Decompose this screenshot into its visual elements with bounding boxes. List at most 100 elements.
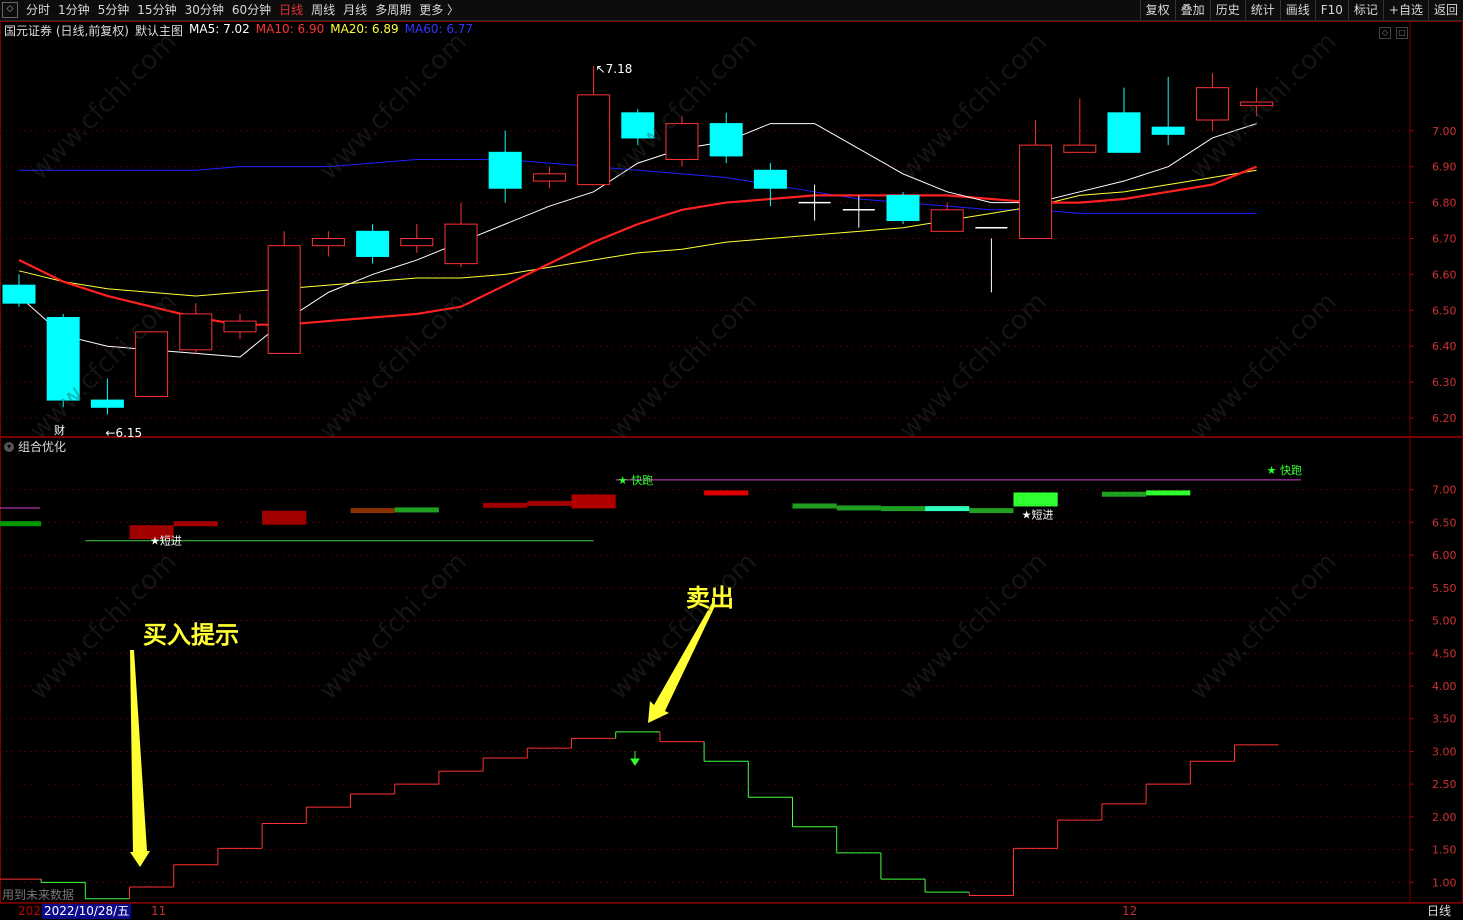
- signal-band-16: [1101, 491, 1147, 497]
- period-tab-9[interactable]: 多周期: [371, 0, 415, 20]
- sub-indicator-name[interactable]: 组合优化: [18, 438, 66, 455]
- period-tab-6[interactable]: 日线: [275, 0, 307, 20]
- candle-body-12: [532, 173, 566, 182]
- func-button-0[interactable]: 复权: [1139, 0, 1175, 20]
- signal-band-8: [571, 494, 616, 509]
- short-entry-label-1: ★短进: [150, 534, 182, 548]
- sub-tick-label-2: 6.00: [1432, 549, 1457, 562]
- period-tab-10[interactable]: 更多 〉: [415, 0, 463, 20]
- signal-band-11: [836, 505, 881, 511]
- sub-chart-header: ▾ 组合优化: [4, 438, 66, 455]
- sub-tick-label-8: 3.00: [1432, 745, 1457, 758]
- buy-annotation: 买入提示: [143, 621, 239, 649]
- stock-title: 国元证券 (日线,前复权): [4, 24, 129, 38]
- signal-band-13: [925, 506, 970, 512]
- sell-arrow-icon: [630, 751, 640, 766]
- watermark-2-2: www.cfchi.com: [604, 547, 763, 706]
- price-tick-label-8: 6.20: [1432, 412, 1457, 425]
- cursor-date: 2022/10/28/五: [42, 904, 132, 919]
- period-tab-7[interactable]: 周线: [307, 0, 339, 20]
- ma5-value: MA5: 7.02: [189, 22, 250, 36]
- ma10-value: MA10: 6.90: [255, 22, 325, 36]
- diamond-icon[interactable]: ◇: [1379, 27, 1391, 39]
- short-entry-label-2: ★短进: [1022, 508, 1054, 522]
- sub-tick-label-6: 4.00: [1432, 680, 1457, 693]
- period-toolbar: ◇ 分时 1分钟 5分钟 15分钟 30分钟 60分钟 日线 周线 月线 多周期 更多 〉 复权 叠加…: [0, 0, 1463, 21]
- period-tab-0[interactable]: 分时: [22, 0, 54, 20]
- candle-body-8: [356, 230, 390, 257]
- quick-exit-label-2: ★ 快跑: [1267, 463, 1302, 477]
- watermark-0-1: www.cfchi.com: [314, 27, 473, 186]
- window-icon[interactable]: ▢: [1396, 27, 1408, 39]
- sub-tick-label-4: 5.00: [1432, 615, 1457, 628]
- signal-band-14: [969, 508, 1014, 514]
- kline-chart[interactable]: 7.00 6.90 6.80 6.70 6.60 6.50 6.40 6.30 6.20 ↖7.1…: [0, 21, 1463, 903]
- low-price-label: ←6.15: [105, 426, 142, 440]
- sub-frame: [0, 437, 1463, 903]
- candle-body-17: [753, 169, 787, 189]
- period-tab-1[interactable]: 1分钟: [54, 0, 94, 20]
- sub-tick-label-10: 2.00: [1432, 811, 1457, 824]
- watermark-2-3: www.cfchi.com: [894, 547, 1053, 706]
- func-button-1[interactable]: 叠加: [1174, 0, 1210, 20]
- watermark-0-0: www.cfchi.com: [24, 27, 183, 186]
- candle-body-24: [1063, 144, 1097, 153]
- candle-body-11: [488, 151, 522, 189]
- signal-band-5: [394, 507, 439, 513]
- sub-tick-label-0: 7.00: [1432, 484, 1457, 497]
- indicator-name[interactable]: 默认主图: [135, 22, 183, 39]
- signal-band-4: [350, 508, 395, 514]
- period-tab-4[interactable]: 30分钟: [181, 0, 228, 20]
- price-tick-label-5: 6.50: [1432, 304, 1457, 317]
- func-button-6[interactable]: 标记: [1347, 0, 1383, 20]
- sub-tick-label-11: 1.50: [1432, 844, 1457, 857]
- high-price-label: ↖7.18: [596, 62, 633, 76]
- func-button-5[interactable]: F10: [1314, 0, 1348, 20]
- signal-band-6: [483, 502, 528, 508]
- price-tick-label-1: 6.90: [1432, 161, 1457, 174]
- func-button-2[interactable]: 历史: [1209, 0, 1245, 20]
- ma20-value: MA20: 6.89: [330, 22, 399, 36]
- func-button-4[interactable]: 画线: [1279, 0, 1315, 20]
- candle-body-4: [179, 313, 213, 351]
- candle-body-20: [886, 194, 920, 222]
- signal-band-10: [792, 503, 837, 509]
- main-chart-header: 国元证券 (日线,前复权) 默认主图 MA5: 7.02 MA10: 6.90 …: [4, 22, 473, 39]
- buy-arrow-icon: [130, 650, 150, 867]
- candle-body-13: [577, 94, 611, 186]
- caret-down-icon[interactable]: ▾: [4, 441, 14, 452]
- collapse-icon[interactable]: ◇: [2, 2, 18, 18]
- watermark-2-4: www.cfchi.com: [1184, 547, 1343, 706]
- month-tick-12: 12: [1122, 904, 1138, 918]
- period-indicator: 日线: [1426, 904, 1451, 918]
- candle-body-5: [223, 320, 257, 333]
- sub-tick-label-1: 6.50: [1432, 516, 1457, 529]
- sub-tick-label-5: 4.50: [1432, 647, 1457, 660]
- function-buttons: 复权 叠加 历史 统计 画线 F10 标记 +自选 返回: [1139, 0, 1463, 20]
- candle-body-10: [444, 223, 478, 265]
- sub-tick-label-7: 3.50: [1432, 713, 1457, 726]
- signal-band-12: [880, 506, 926, 512]
- watermark-0-2: www.cfchi.com: [604, 27, 763, 186]
- func-button-3[interactable]: 统计: [1244, 0, 1280, 20]
- func-button-7[interactable]: +自选: [1382, 0, 1428, 20]
- signal-band-17: [1146, 490, 1191, 496]
- quick-exit-label-1: ★ 快跑: [618, 473, 653, 487]
- period-tab-8[interactable]: 月线: [339, 0, 371, 20]
- price-tick-label-2: 6.80: [1432, 197, 1457, 210]
- future-data-note: 用到未来数据: [2, 888, 75, 902]
- func-button-8[interactable]: 返回: [1427, 0, 1463, 20]
- period-tab-3[interactable]: 15分钟: [133, 0, 180, 20]
- month-tick-11: 11: [151, 904, 167, 918]
- price-tick-label-4: 6.60: [1432, 268, 1457, 281]
- period-tabs: ◇ 分时 1分钟 5分钟 15分钟 30分钟 60分钟 日线 周线 月线 多周期 更多 〉: [0, 0, 463, 20]
- period-tab-2[interactable]: 5分钟: [94, 0, 134, 20]
- candle-body-21: [930, 209, 964, 232]
- candle-body-2: [90, 399, 124, 408]
- period-tab-5[interactable]: 60分钟: [228, 0, 275, 20]
- signal-band-3: [262, 510, 307, 525]
- signal-band-9: [704, 490, 749, 496]
- candle-body-16: [709, 123, 743, 157]
- watermark-1-2: www.cfchi.com: [604, 287, 763, 446]
- ma20-line: [18, 169, 1257, 297]
